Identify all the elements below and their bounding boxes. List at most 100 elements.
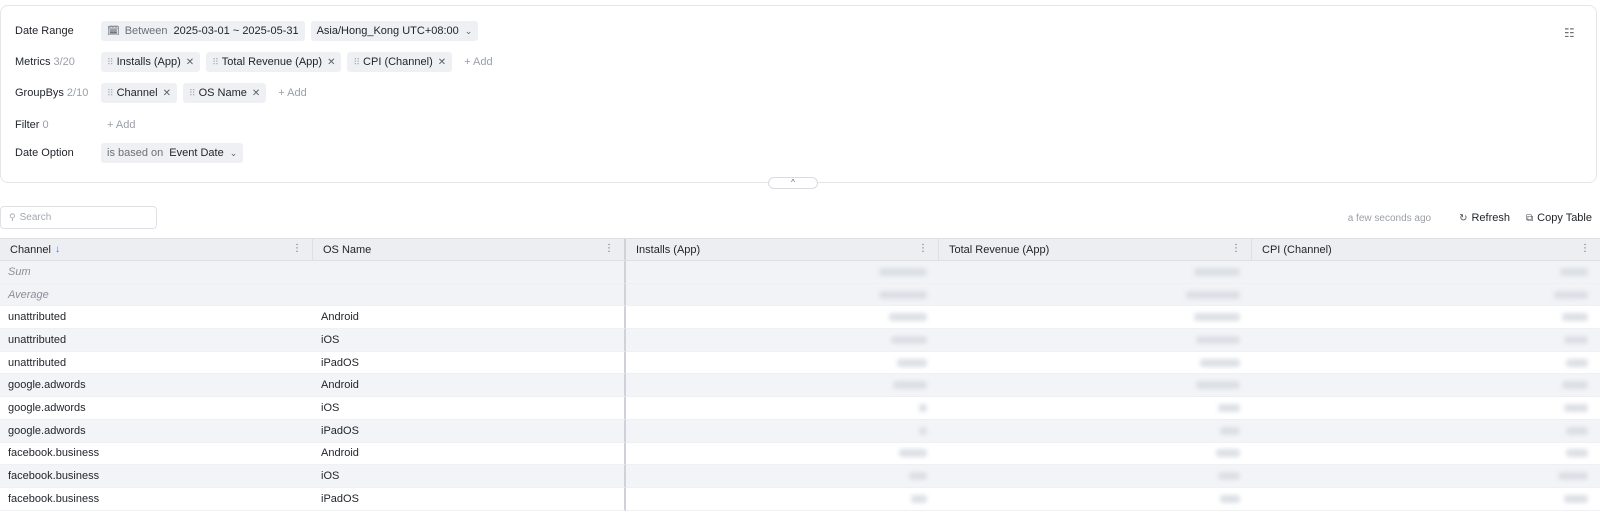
copy-table-button[interactable]: ⧉ Copy Table — [1526, 212, 1592, 224]
redacted-value — [1194, 267, 1240, 276]
aggregate-label: Average — [0, 283, 313, 307]
redacted-value — [1564, 335, 1588, 344]
metrics-count: 3/20 — [53, 56, 75, 68]
groupbys-row: GroupBys 2/10 ⠿ Channel ✕ ⠿ OS Name ✕ + A… — [15, 82, 307, 104]
collapse-panel-button[interactable]: ^ — [768, 177, 818, 189]
redacted-value — [1562, 381, 1588, 390]
remove-icon[interactable]: ✕ — [438, 57, 446, 68]
table-row: facebook.business iOS — [0, 465, 1600, 488]
remove-icon[interactable]: ✕ — [327, 57, 335, 68]
date-range-mode: Between — [124, 25, 168, 37]
metric-cell — [1252, 329, 1600, 352]
search-box[interactable]: ⚲ — [0, 206, 157, 229]
channel-cell: facebook.business — [0, 488, 313, 511]
metric-cell — [939, 329, 1252, 352]
column-header-channel[interactable]: Channel ↓ ⋮ — [0, 239, 313, 260]
channel-cell: google.adwords — [0, 374, 313, 398]
os-name-cell: Android — [313, 442, 626, 466]
metric-cell — [626, 283, 939, 307]
channel-cell: google.adwords — [0, 397, 313, 420]
date-option-value: Event Date — [169, 147, 224, 159]
drag-handle-icon[interactable]: ⠿ — [107, 57, 114, 68]
redacted-value — [1564, 403, 1588, 412]
redacted-value — [1218, 472, 1240, 481]
search-input[interactable] — [19, 212, 140, 223]
redacted-value — [1194, 313, 1240, 322]
add-groupby-button[interactable]: + Add — [278, 87, 306, 99]
search-icon: ⚲ — [9, 212, 16, 222]
column-menu-icon[interactable]: ⋮ — [918, 243, 928, 254]
add-filter-button[interactable]: + Add — [107, 119, 135, 131]
remove-icon[interactable]: ✕ — [252, 88, 260, 99]
drag-handle-icon[interactable]: ⠿ — [189, 88, 196, 99]
copy-icon: ⧉ — [1526, 212, 1534, 224]
metric-cell — [1252, 352, 1600, 375]
drag-handle-icon[interactable]: ⠿ — [353, 57, 360, 68]
metric-chip-cpi[interactable]: ⠿ CPI (Channel) ✕ — [347, 52, 453, 72]
redacted-value — [919, 403, 927, 412]
metric-cell — [626, 397, 939, 420]
redacted-value — [1216, 449, 1240, 458]
results-table: Channel ↓ ⋮ OS Name ⋮ Installs (App) ⋮ T… — [0, 238, 1600, 511]
filter-row: Filter 0 + Add — [15, 114, 135, 136]
metric-cell — [939, 488, 1252, 511]
chevron-down-icon: ⌄ — [464, 25, 473, 36]
metric-cell — [626, 374, 939, 398]
groupbys-label: GroupBys 2/10 — [15, 87, 89, 99]
add-metric-button[interactable]: + Add — [464, 56, 492, 68]
metric-cell — [1252, 306, 1600, 330]
last-updated-text: a few seconds ago — [1347, 212, 1432, 224]
redacted-value — [1566, 449, 1588, 458]
groupby-chip-os-name[interactable]: ⠿ OS Name ✕ — [182, 83, 267, 103]
column-menu-icon[interactable]: ⋮ — [292, 243, 302, 254]
redacted-value — [899, 449, 927, 458]
column-header-os-name[interactable]: OS Name ⋮ — [313, 239, 626, 260]
metric-chip-installs[interactable]: ⠿ Installs (App) ✕ — [101, 52, 201, 72]
metric-cell — [939, 306, 1252, 330]
column-menu-icon[interactable]: ⋮ — [1231, 243, 1241, 254]
metric-cell — [626, 306, 939, 330]
remove-icon[interactable]: ✕ — [186, 57, 194, 68]
redacted-value — [1220, 494, 1240, 503]
table-row: unattributed iPadOS — [0, 351, 1600, 375]
remove-icon[interactable]: ✕ — [163, 88, 171, 99]
redacted-value — [919, 426, 927, 435]
metric-cell — [939, 465, 1252, 488]
redacted-value — [889, 313, 927, 322]
metric-cell — [939, 397, 1252, 420]
metric-cell — [1252, 419, 1600, 443]
date-range-picker[interactable]: 🗓 Between 2025-03-01 ~ 2025-05-31 — [101, 21, 305, 41]
timezone-select[interactable]: Asia/Hong_Kong UTC+08:00 ⌄ — [310, 21, 479, 41]
groupbys-count: 2/10 — [66, 87, 89, 99]
metric-chip-total-revenue[interactable]: ⠿ Total Revenue (App) ✕ — [206, 52, 342, 72]
metric-cell — [626, 443, 939, 466]
redacted-value — [893, 381, 927, 390]
drag-handle-icon[interactable]: ⠿ — [212, 57, 219, 68]
chevron-down-icon: ⌄ — [229, 147, 238, 158]
settings-sliders-icon[interactable]: ☷ — [1564, 26, 1578, 40]
os-name-cell: iOS — [313, 465, 626, 488]
column-menu-icon[interactable]: ⋮ — [604, 243, 614, 254]
redacted-value — [909, 472, 927, 481]
table-row: facebook.business Android — [0, 442, 1600, 466]
os-name-cell: iPadOS — [313, 487, 626, 511]
table-row: facebook.business iPadOS — [0, 487, 1600, 511]
metric-cell — [626, 465, 939, 488]
redacted-value — [1554, 290, 1588, 299]
sort-desc-icon[interactable]: ↓ — [55, 244, 60, 255]
metric-cell — [626, 488, 939, 511]
column-header-installs[interactable]: Installs (App) ⋮ — [626, 239, 939, 260]
column-header-cpi[interactable]: CPI (Channel) ⋮ — [1252, 239, 1600, 260]
column-menu-icon[interactable]: ⋮ — [1580, 243, 1590, 254]
column-header-total-revenue[interactable]: Total Revenue (App) ⋮ — [939, 239, 1252, 260]
metric-cell — [1252, 488, 1600, 511]
table-cell — [313, 261, 626, 284]
channel-cell: google.adwords — [0, 419, 313, 443]
drag-handle-icon[interactable]: ⠿ — [107, 88, 114, 99]
date-option-select[interactable]: is based on Event Date ⌄ — [101, 143, 244, 163]
redacted-value — [1562, 313, 1588, 322]
metric-cell — [939, 261, 1252, 284]
refresh-button[interactable]: ↻ Refresh — [1459, 212, 1510, 224]
groupby-chip-channel[interactable]: ⠿ Channel ✕ — [101, 83, 177, 103]
metric-cell — [939, 352, 1252, 375]
